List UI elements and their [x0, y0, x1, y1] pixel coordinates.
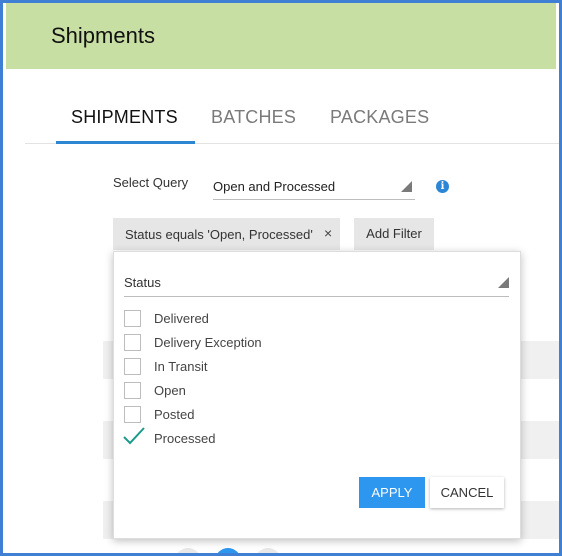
tab-bar: SHIPMENTS BATCHES PACKAGES [3, 69, 559, 147]
checkbox[interactable] [124, 406, 141, 423]
cancel-button[interactable]: CANCEL [430, 477, 504, 508]
option-label: Open [154, 383, 186, 398]
checkbox[interactable] [124, 310, 141, 327]
pagination-item[interactable] [255, 548, 281, 553]
dropdown-arrow-icon [401, 181, 412, 192]
status-field-label: Status [124, 275, 161, 290]
option-label: Posted [154, 407, 195, 422]
checkbox[interactable] [124, 382, 141, 399]
checkmark-icon[interactable] [122, 425, 146, 447]
info-icon[interactable]: i [436, 180, 449, 193]
pagination-current[interactable] [215, 548, 241, 553]
filter-chip[interactable]: Status equals 'Open, Processed' × [113, 218, 340, 250]
checkbox[interactable] [124, 358, 141, 375]
select-query-dropdown[interactable]: Open and Processed [213, 177, 415, 200]
tab-batches[interactable]: BATCHES [211, 107, 296, 128]
close-icon[interactable]: × [324, 225, 332, 241]
app-header: Shipments [6, 3, 556, 69]
select-query-label: Select Query [113, 175, 189, 190]
tab-packages[interactable]: PACKAGES [330, 107, 429, 128]
pagination-item[interactable] [175, 548, 201, 553]
option-label: Delivery Exception [154, 335, 262, 350]
dropdown-arrow-icon [498, 277, 509, 288]
checkbox[interactable] [124, 334, 141, 351]
page-title: Shipments [51, 23, 155, 48]
apply-button[interactable]: APPLY [359, 477, 425, 508]
app-window: Shipments SHIPMENTS BATCHES PACKAGES Sel… [0, 0, 562, 556]
add-filter-button[interactable]: Add Filter [354, 218, 434, 250]
status-filter-popup: Status Delivered Delivery Exception In T… [113, 251, 521, 539]
option-label: Processed [154, 431, 216, 446]
option-label: Delivered [154, 311, 209, 326]
status-field-dropdown[interactable]: Status [124, 270, 509, 297]
tab-shipments[interactable]: SHIPMENTS [71, 107, 178, 128]
filter-chip-text: Status equals 'Open, Processed' [125, 227, 313, 242]
select-query-value: Open and Processed [213, 179, 336, 194]
active-tab-indicator [56, 141, 195, 144]
option-label: In Transit [154, 359, 208, 374]
